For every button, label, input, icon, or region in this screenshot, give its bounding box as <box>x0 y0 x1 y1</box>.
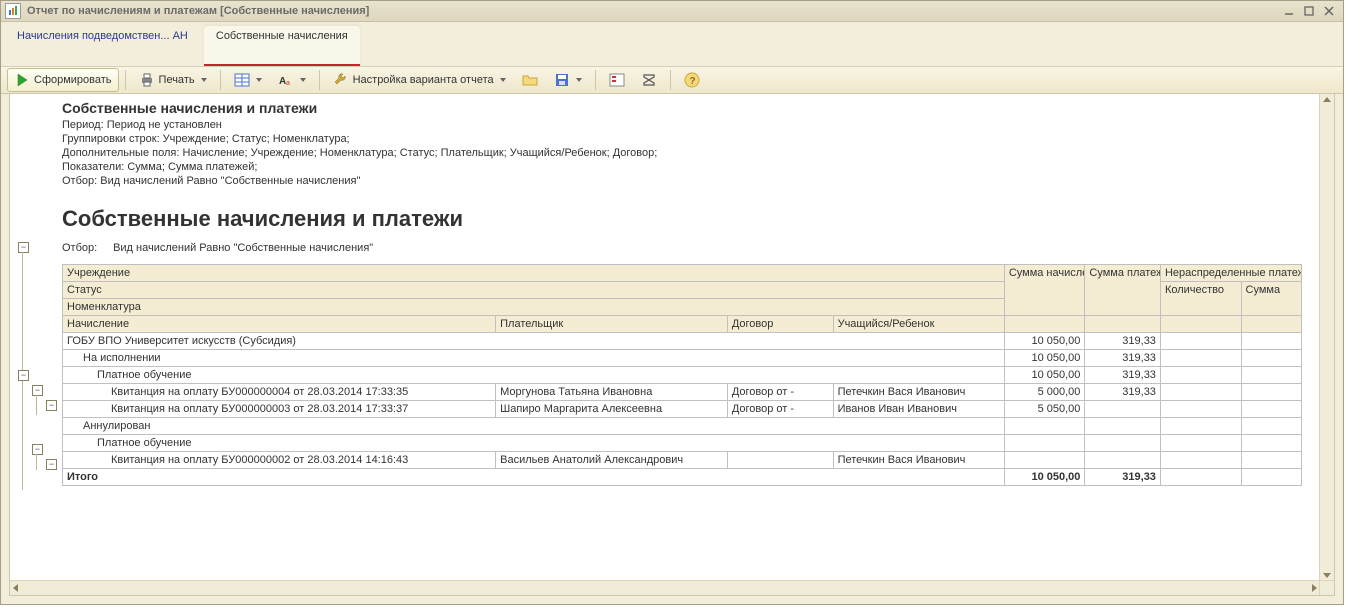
structure-button[interactable] <box>602 68 632 92</box>
toolbar: Сформировать Печать Aa <box>1 67 1343 94</box>
font-icon: Aa <box>278 72 294 88</box>
minimize-button[interactable] <box>1279 4 1299 18</box>
col-accrual[interactable]: Начисление <box>63 316 496 333</box>
table-row[interactable]: На исполнении 10 050,00 319,33 <box>63 350 1302 367</box>
collapse-toggle[interactable]: − <box>18 370 29 381</box>
table-row[interactable]: Платное обучение <box>63 435 1302 452</box>
generate-button[interactable]: Сформировать <box>7 68 119 92</box>
filter-value: Вид начислений Равно "Собственные начисл… <box>113 242 373 254</box>
collapse-toggle[interactable]: − <box>46 400 57 411</box>
table-row[interactable]: Квитанция на оплату БУ000000002 от 28.03… <box>63 452 1302 469</box>
floppy-icon <box>554 72 570 88</box>
table-row-total[interactable]: Итого 10 050,00 319,33 <box>63 469 1302 486</box>
vertical-scrollbar[interactable] <box>1319 94 1334 581</box>
maximize-button[interactable] <box>1299 4 1319 18</box>
collapse-toggle[interactable]: − <box>46 459 57 470</box>
table-view-button[interactable] <box>227 68 269 92</box>
svg-text:?: ? <box>689 76 695 87</box>
tab-bar: Начисления подведомствен... АН Собственн… <box>1 22 1343 67</box>
title-bar: Отчет по начислениям и платежам [Собстве… <box>1 1 1343 22</box>
tab-own-accruals[interactable]: Собственные начисления <box>204 26 360 66</box>
report-settings-button[interactable]: Настройка варианта отчета <box>326 68 513 92</box>
filter-row: Отбор: Вид начислений Равно "Собственные… <box>62 242 1320 254</box>
horizontal-scrollbar[interactable] <box>10 580 1320 595</box>
table-row[interactable]: Платное обучение 10 050,00 319,33 <box>63 367 1302 384</box>
chevron-down-icon <box>300 78 306 82</box>
col-qty[interactable]: Количество <box>1160 282 1241 316</box>
collapse-toggle[interactable]: − <box>18 242 29 253</box>
app-window: Отчет по начислениям и платежам [Собстве… <box>0 0 1344 605</box>
tab-subordinate-accruals[interactable]: Начисления подведомствен... АН <box>5 26 200 66</box>
report-title-small: Собственные начисления и платежи <box>62 100 1320 116</box>
chevron-down-icon <box>576 78 582 82</box>
col-nomenclature[interactable]: Номенклатура <box>63 299 1005 316</box>
structure-icon <box>609 72 625 88</box>
table-icon <box>234 72 250 88</box>
report-viewport: − − − − − − Собственные начисления и пла… <box>9 93 1335 596</box>
col-payer[interactable]: Плательщик <box>496 316 728 333</box>
col-contract[interactable]: Договор <box>727 316 833 333</box>
col-status[interactable]: Статус <box>63 282 1005 299</box>
sigma-icon <box>641 72 657 88</box>
folder-open-icon <box>522 72 538 88</box>
sum-button[interactable] <box>634 68 664 92</box>
col-institution[interactable]: Учреждение <box>63 265 1005 282</box>
chevron-down-icon <box>256 78 262 82</box>
save-button[interactable] <box>547 68 589 92</box>
print-button[interactable]: Печать <box>132 68 214 92</box>
font-button[interactable]: Aa <box>271 68 313 92</box>
col-sum[interactable]: Сумма <box>1241 282 1301 316</box>
app-icon <box>5 3 21 19</box>
col-sum-payments[interactable]: Сумма платежей <box>1085 265 1161 316</box>
collapse-toggle[interactable]: − <box>32 444 43 455</box>
wrench-icon <box>333 72 349 88</box>
scroll-corner <box>1319 580 1334 595</box>
help-button[interactable]: ? <box>677 68 707 92</box>
table-row[interactable]: Квитанция на оплату БУ000000004 от 28.03… <box>63 384 1302 401</box>
help-icon: ? <box>684 72 700 88</box>
report-grouping: Группировки строк: Учреждение; Статус; Н… <box>62 132 1320 146</box>
table-row[interactable]: Квитанция на оплату БУ000000003 от 28.03… <box>63 401 1302 418</box>
report-title-big: Собственные начисления и платежи <box>62 206 1320 232</box>
col-student[interactable]: Учащийся/Ребенок <box>833 316 1004 333</box>
play-icon <box>14 72 30 88</box>
report-measures: Показатели: Сумма; Сумма платежей; <box>62 160 1320 174</box>
table-row[interactable]: ГОБУ ВПО Университет искусств (Субсидия)… <box>63 333 1302 350</box>
col-sum-accruals[interactable]: Сумма начислений <box>1004 265 1085 316</box>
close-button[interactable] <box>1319 4 1339 18</box>
chevron-down-icon <box>201 78 207 82</box>
report-extra-fields: Дополнительные поля: Начисление; Учрежде… <box>62 146 1320 160</box>
report-content: Собственные начисления и платежи Период:… <box>62 94 1320 581</box>
report-period: Период: Период не установлен <box>62 118 1320 132</box>
window-title: Отчет по начислениям и платежам [Собстве… <box>27 5 369 17</box>
svg-text:a: a <box>286 80 290 87</box>
col-undistributed[interactable]: Нераспределенные платежи <box>1160 265 1301 282</box>
printer-icon <box>139 72 155 88</box>
chevron-down-icon <box>500 78 506 82</box>
outline-gutter: − − − − − − <box>10 94 62 581</box>
report-table: Учреждение Сумма начислений Сумма платеж… <box>62 264 1302 486</box>
filter-label: Отбор: <box>62 242 110 254</box>
table-row[interactable]: Аннулирован <box>63 418 1302 435</box>
report-filter-line: Отбор: Вид начислений Равно "Собственные… <box>62 174 1320 188</box>
collapse-toggle[interactable]: − <box>32 385 43 396</box>
open-button[interactable] <box>515 68 545 92</box>
